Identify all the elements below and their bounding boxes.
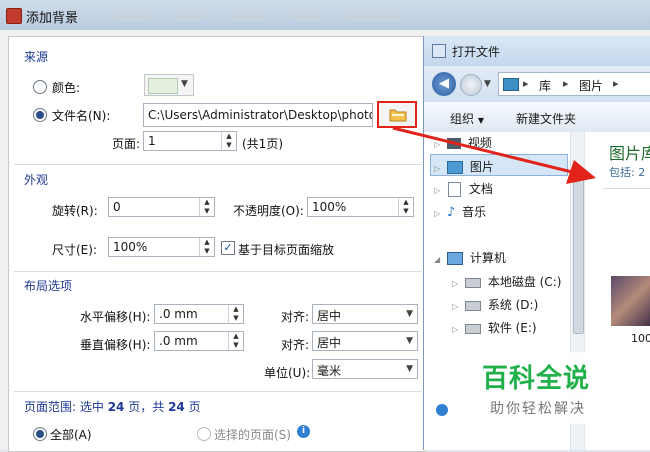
watermark: 百科全说 助你轻松解决 xyxy=(462,352,622,424)
watermark-title: 百科全说 xyxy=(482,364,591,394)
watermark-subtitle: 助你轻松解决 xyxy=(490,401,586,417)
